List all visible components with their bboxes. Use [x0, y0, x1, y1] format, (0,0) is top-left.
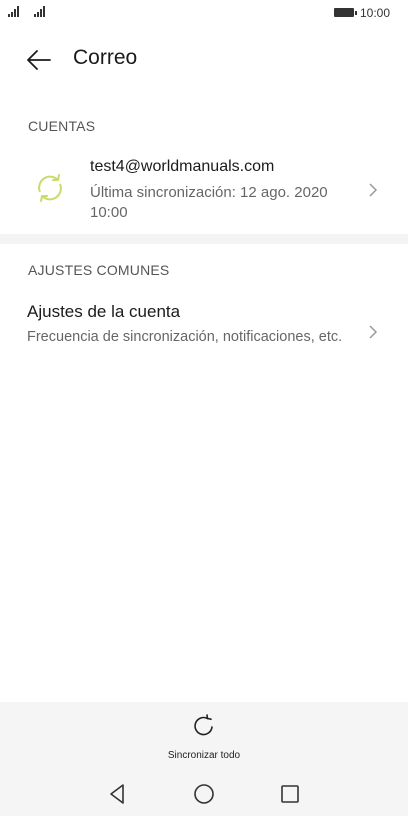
- sync-all-button[interactable]: Sincronizar todo: [150, 710, 258, 762]
- signal-icon: [8, 6, 19, 17]
- status-time: 10:00: [360, 6, 391, 20]
- nav-back-icon[interactable]: [104, 780, 132, 808]
- nav-recent-icon[interactable]: [276, 780, 304, 808]
- system-nav-bar: [0, 772, 408, 816]
- bottom-bar: Sincronizar todo: [0, 702, 408, 816]
- chevron-right-icon: [369, 183, 378, 197]
- account-settings-item[interactable]: Ajustes de la cuenta Frecuencia de sincr…: [0, 296, 408, 370]
- last-sync-text: Última sincronización: 12 ago. 2020 10:0…: [90, 184, 328, 221]
- account-item[interactable]: test4@worldmanuals.com Última sincroniza…: [0, 150, 408, 230]
- page-title: Correo: [73, 46, 138, 69]
- status-bar: 10:00: [0, 0, 408, 24]
- accounts-section-label: CUENTAS: [28, 118, 96, 134]
- account-email: test4@worldmanuals.com: [90, 158, 275, 175]
- mail-settings-screen: 10:00 Correo CUENTAS test4@worldmanuals.…: [0, 0, 408, 816]
- nav-home-icon[interactable]: [190, 780, 218, 808]
- section-divider: [0, 234, 408, 244]
- account-settings-subtitle: Frecuencia de sincronización, notificaci…: [27, 329, 343, 345]
- common-settings-section-label: AJUSTES COMUNES: [28, 262, 170, 278]
- battery-icon: [334, 8, 357, 17]
- sync-all-label: Sincronizar todo: [167, 750, 241, 761]
- signal-icon: [34, 6, 45, 17]
- account-settings-title: Ajustes de la cuenta: [27, 302, 181, 321]
- refresh-icon: [194, 714, 213, 736]
- chevron-right-icon: [369, 325, 378, 339]
- sync-icon: [38, 174, 62, 202]
- back-arrow-icon[interactable]: [26, 48, 52, 72]
- app-header: Correo: [0, 36, 408, 84]
